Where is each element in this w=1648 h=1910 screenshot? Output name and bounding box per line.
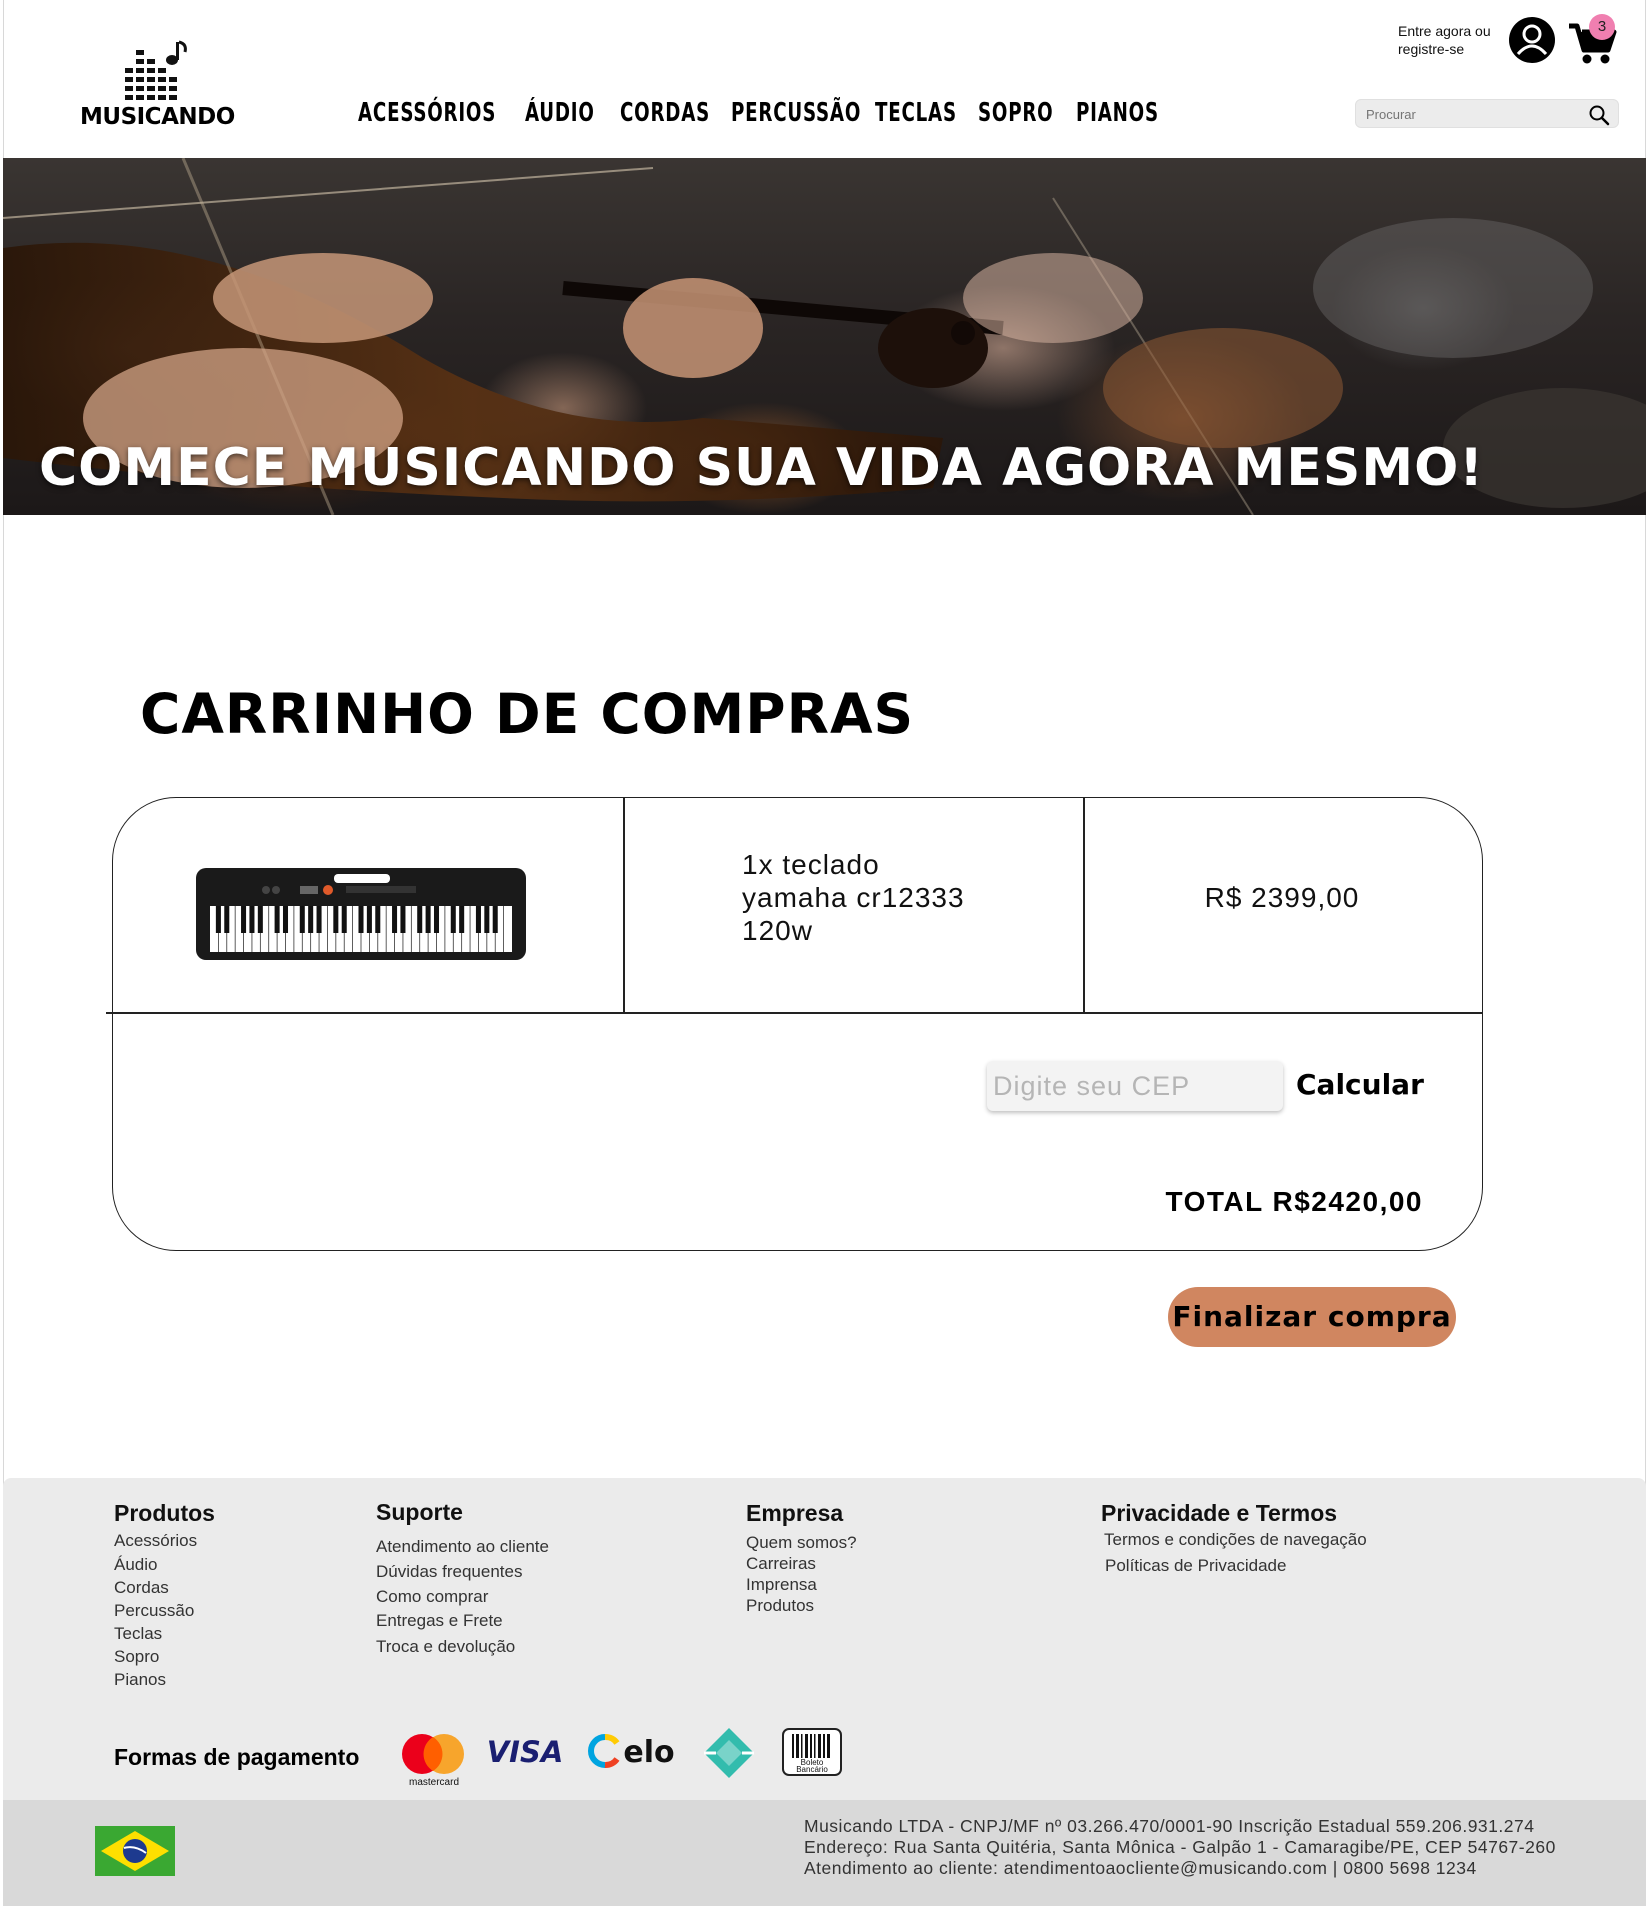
black-key [333, 906, 339, 933]
legal-line: Endereço: Rua Santa Quitéria, Santa Môni… [804, 1837, 1556, 1857]
black-key [224, 906, 230, 933]
black-key [492, 906, 498, 933]
cart-count-badge: 3 [1589, 14, 1615, 40]
product-image-keyboard[interactable] [196, 868, 526, 960]
black-key [308, 906, 314, 933]
calculate-shipping-button[interactable]: Calcular [1296, 1068, 1424, 1101]
footer-link[interactable]: Carreiras [746, 1554, 816, 1574]
footer-link[interactable]: Sopro [114, 1647, 159, 1667]
page-title: CARRINHO DE COMPRAS [140, 682, 915, 746]
black-key [341, 906, 347, 933]
login-link[interactable]: Entre agora ou registre-se [1398, 22, 1498, 58]
footer-link[interactable]: Troca e devolução [376, 1637, 515, 1657]
hero-title: COMECE MUSICANDO SUA VIDA AGORA MESMO! [39, 438, 1485, 498]
black-key [241, 906, 247, 933]
black-key [400, 906, 406, 933]
nav-item-audio[interactable]: ÁUDIO [525, 98, 595, 128]
mastercard-label: mastercard [409, 1777, 459, 1788]
nav-item-teclas[interactable]: TECLAS [875, 98, 957, 128]
footer-link[interactable]: Teclas [114, 1624, 162, 1644]
footer-link[interactable]: Cordas [114, 1578, 169, 1598]
black-key [433, 906, 440, 933]
footer-link[interactable]: Pianos [114, 1670, 166, 1690]
cart-column-divider [623, 798, 625, 1013]
mastercard-icon: mastercard [400, 1730, 468, 1788]
search-icon[interactable] [1588, 104, 1610, 126]
elo-label: elo [623, 1735, 674, 1770]
black-key [257, 906, 263, 933]
site-logo[interactable]: MUSICANDO [80, 38, 235, 134]
nav-item-sopro[interactable]: SOPRO [978, 98, 1053, 128]
cart-total: TOTAL R$2420,00 [1165, 1186, 1423, 1217]
footer-heading-suporte: Suporte [376, 1499, 463, 1525]
logo-wordmark: MUSICANDO [80, 104, 235, 130]
product-name: 1x teclado yamaha cr12333 120w [742, 848, 1002, 947]
elo-icon: elo [587, 1731, 683, 1771]
black-key [215, 906, 221, 933]
footer-link[interactable]: Entregas e Frete [376, 1611, 503, 1631]
footer-link[interactable]: Atendimento ao cliente [376, 1537, 549, 1557]
finish-purchase-button[interactable]: Finalizar compra [1168, 1287, 1456, 1347]
black-key [484, 906, 490, 933]
black-key [249, 906, 255, 933]
login-line-2: registre-se [1398, 41, 1465, 57]
nav-item-acessorios[interactable]: ACESSÓRIOS [358, 98, 496, 128]
cart-row-divider [106, 1012, 1483, 1014]
footer-link[interactable]: Acessórios [114, 1531, 197, 1551]
footer-heading-empresa: Empresa [746, 1500, 844, 1526]
brazil-flag-icon[interactable] [95, 1826, 175, 1876]
black-key [417, 906, 423, 933]
nav-item-percussao[interactable]: PERCUSSÃO [731, 98, 861, 128]
search-bar [1355, 99, 1619, 128]
footer-link[interactable]: Produtos [746, 1596, 814, 1616]
black-key [282, 906, 289, 933]
footer-link[interactable]: Áudio [114, 1555, 157, 1575]
footer-link[interactable]: Dúvidas frequentes [376, 1562, 522, 1582]
black-key [358, 906, 364, 933]
black-key [299, 906, 305, 933]
payment-methods-label: Formas de pagamento [114, 1744, 360, 1770]
footer-link[interactable]: Percussão [114, 1601, 194, 1621]
black-key [425, 906, 431, 933]
product-name-line: yamaha cr12333 [742, 882, 965, 913]
equalizer-logo-icon [125, 40, 187, 100]
black-key [274, 906, 280, 933]
black-key [450, 906, 456, 933]
company-legal-info: Musicando LTDA - CNPJ/MF nº 03.266.470/0… [804, 1816, 1556, 1879]
footer-heading-produtos: Produtos [114, 1500, 215, 1526]
footer-link[interactable]: Como comprar [376, 1587, 488, 1607]
product-price: R$ 2399,00 [1204, 882, 1360, 913]
search-input[interactable] [1366, 104, 1576, 124]
product-name-line: 1x teclado [742, 849, 880, 880]
pix-icon [702, 1726, 756, 1780]
cep-input[interactable] [987, 1061, 1283, 1111]
product-name-line: 120w [742, 915, 813, 946]
footer-heading-privacidade: Privacidade e Termos [1101, 1500, 1338, 1526]
legal-line: Atendimento ao cliente: atendimentoaocli… [804, 1858, 1477, 1878]
footer-link[interactable]: Quem somos? [746, 1533, 857, 1553]
black-key [475, 906, 481, 933]
nav-item-cordas[interactable]: CORDAS [620, 98, 710, 128]
boleto-icon: Boleto Bancário [782, 1728, 842, 1776]
page: MUSICANDO ACESSÓRIOS ÁUDIO CORDAS PERCUS… [0, 0, 1648, 1910]
boleto-label: Bancário [796, 1765, 828, 1774]
visa-icon: VISA [487, 1733, 564, 1769]
user-account-icon[interactable] [1508, 16, 1556, 64]
legal-line: Musicando LTDA - CNPJ/MF nº 03.266.470/0… [804, 1816, 1535, 1836]
hero-banner: COMECE MUSICANDO SUA VIDA AGORA MESMO! [3, 158, 1646, 515]
black-key [366, 906, 372, 933]
black-key [375, 906, 381, 933]
nav-item-pianos[interactable]: PIANOS [1076, 98, 1159, 128]
footer-link[interactable]: Termos e condições de navegação [1104, 1530, 1367, 1550]
login-line-1: Entre agora ou [1398, 23, 1491, 39]
visa-label: VISA [488, 1735, 562, 1769]
footer-link[interactable]: Políticas de Privacidade [1105, 1556, 1286, 1576]
footer-link[interactable]: Imprensa [746, 1575, 817, 1595]
black-key [392, 906, 398, 933]
keyboard-illustration-icon [196, 868, 526, 960]
black-key [459, 906, 465, 933]
black-key [316, 906, 322, 933]
